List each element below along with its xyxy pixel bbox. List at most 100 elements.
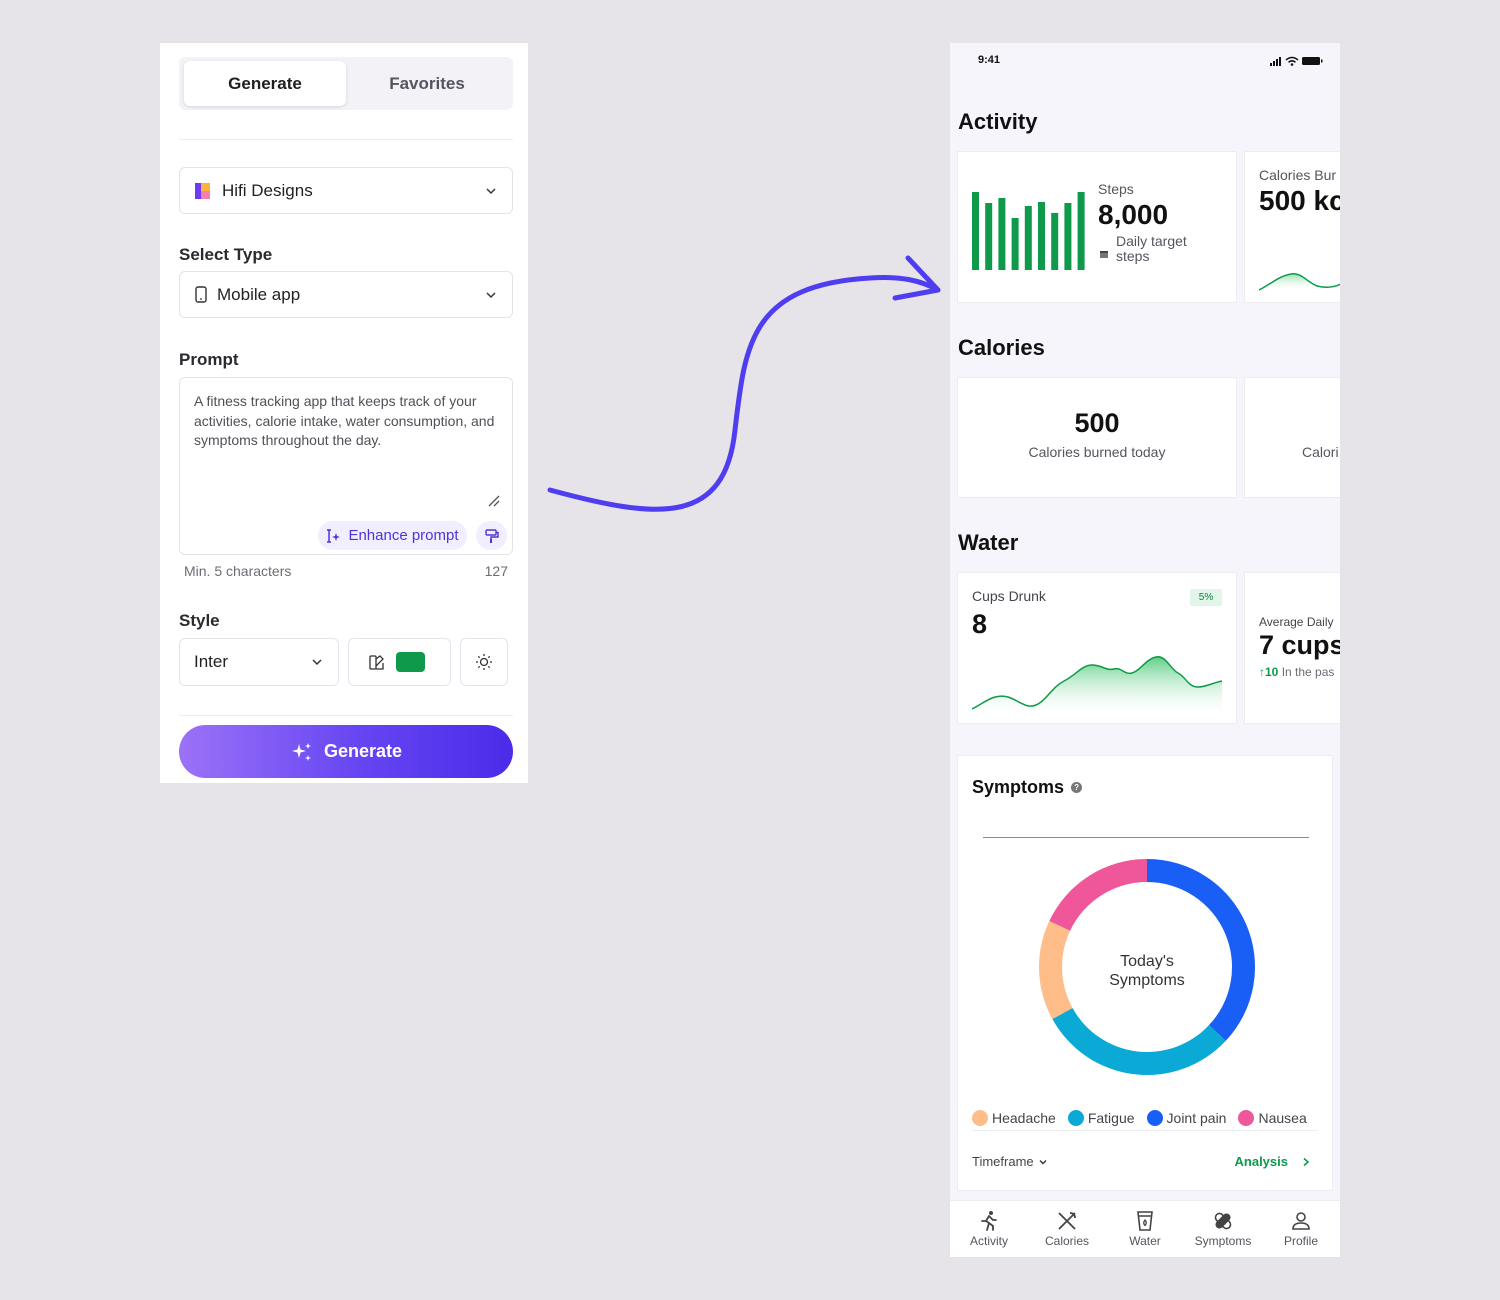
tab-label: Symptoms (1194, 1234, 1252, 1248)
tab-profile[interactable]: Profile (1262, 1210, 1340, 1248)
steps-bar (1051, 213, 1059, 270)
legend-item-nausea: Nausea (1238, 1110, 1307, 1126)
section-title-activity: Activity (958, 109, 1038, 134)
resize-handle-icon[interactable] (487, 494, 501, 508)
type-select[interactable]: Mobile app (179, 271, 513, 318)
divider (179, 139, 513, 140)
calories-peek-card[interactable]: Calori (1244, 377, 1340, 498)
chevron-right-icon (1303, 1157, 1310, 1166)
analysis-link[interactable]: Analysis (1235, 1154, 1310, 1169)
steps-bar (998, 198, 1006, 270)
enhance-prompt-button[interactable]: Enhance prompt (318, 521, 467, 550)
average-daily-card[interactable]: Average Daily 7 cups ↑10 In the pas (1244, 572, 1340, 724)
text-cursor-sparkle-icon (327, 528, 341, 543)
timeframe-dropdown[interactable]: Timeframe (972, 1154, 1048, 1169)
select-type-label: Select Type (179, 245, 273, 264)
type-select-value: Mobile app (217, 284, 301, 304)
tab-symptoms[interactable]: Symptoms (1184, 1210, 1262, 1248)
tab-label: Water (1129, 1234, 1161, 1248)
steps-bar-chart (972, 192, 1085, 270)
calories-burned-label: Calories Bur (1259, 167, 1337, 183)
symptoms-legend: Headache Fatigue Joint pain Nausea (972, 1110, 1307, 1126)
project-select[interactable]: Hifi Designs (179, 167, 513, 214)
average-daily-delta-value: 10 (1265, 665, 1279, 679)
tab-generate[interactable]: Generate (184, 61, 346, 106)
color-picker[interactable] (348, 638, 451, 686)
average-daily-label: Average Daily (1259, 615, 1334, 629)
legend-item-headache: Headache (972, 1110, 1056, 1126)
legend-label: Headache (992, 1110, 1056, 1126)
legend-dot (1067, 1110, 1084, 1126)
steps-bar (1011, 218, 1019, 270)
generate-button[interactable]: Generate (179, 725, 513, 778)
paint-roller-icon (484, 528, 499, 543)
font-select[interactable]: Inter (179, 638, 339, 686)
tab-water[interactable]: Water (1106, 1210, 1184, 1248)
steps-value: 8,000 (1098, 199, 1169, 230)
phone-screen: 9:41 Activity Steps 8,000 Daily target s… (950, 43, 1340, 1257)
cups-drunk-card[interactable]: Cups Drunk 8 5% (957, 572, 1237, 724)
analysis-label: Analysis (1234, 1154, 1288, 1169)
calories-today-card[interactable]: 500 Calories burned today (957, 377, 1237, 498)
prompt-text[interactable]: A fitness tracking app that keeps track … (194, 392, 502, 451)
average-daily-value: 7 cups (1259, 630, 1340, 660)
symptoms-title-text: Symptoms (972, 777, 1065, 797)
running-icon (981, 1211, 997, 1231)
generator-panel: Generate Favorites Hifi Designs Select T… (160, 43, 528, 783)
prompt-textarea[interactable]: A fitness tracking app that keeps track … (179, 377, 513, 555)
legend-label: Fatigue (1087, 1110, 1135, 1126)
palette-icon (369, 655, 384, 670)
tab-calories[interactable]: Calories (1028, 1210, 1106, 1248)
generate-button-label: Generate (323, 741, 403, 761)
symptoms-title: Symptoms ? (972, 777, 1083, 798)
status-bar-icons (1270, 56, 1323, 66)
prompt-label: Prompt (179, 350, 239, 369)
average-daily-delta-text: In the pas (1281, 665, 1335, 679)
donut-center-label: Today's Symptoms (1022, 952, 1272, 990)
steps-bar (1024, 206, 1032, 270)
help-icon[interactable]: ? (1071, 782, 1083, 793)
utensils-icon (1058, 1212, 1076, 1230)
donut-segment-joint-pain (1147, 859, 1255, 1041)
steps-card[interactable]: Steps 8,000 Daily target steps (957, 151, 1237, 303)
steps-bar (985, 203, 993, 270)
chevron-down-icon (312, 659, 322, 666)
signal-icon (1270, 57, 1281, 66)
water-area-chart (972, 656, 1223, 713)
legend-label: Joint pain (1166, 1110, 1227, 1126)
divider (972, 1130, 1318, 1131)
average-daily-delta: ↑10 In the pas (1259, 665, 1334, 679)
flow-arrow (547, 255, 941, 512)
theme-toggle[interactable] (460, 638, 508, 686)
tab-activity[interactable]: Activity (950, 1210, 1028, 1248)
legend-dot (1146, 1110, 1163, 1126)
cups-change-badge: 5% (1190, 589, 1222, 606)
steps-bar (972, 192, 979, 270)
donut-segment-nausea (1049, 859, 1147, 931)
legend-item-joint-pain: Joint pain (1146, 1110, 1227, 1126)
calories-burned-card[interactable]: Calories Bur 500 kc (1244, 151, 1340, 303)
folder-icon (194, 182, 212, 200)
tab-label: Activity (969, 1234, 1008, 1248)
chevron-down-icon (1039, 1159, 1047, 1164)
steps-bar (1038, 202, 1045, 270)
legend-item-fatigue: Fatigue (1067, 1110, 1135, 1126)
battery-icon (1302, 57, 1323, 65)
tab-favorites[interactable]: Favorites (346, 61, 508, 106)
bandage-icon (1214, 1212, 1232, 1230)
cups-value: 8 (972, 609, 988, 639)
calories-today-value: 500 (1074, 408, 1120, 438)
calories-peek-label: Calori (1302, 444, 1339, 460)
chevron-down-icon (486, 291, 496, 298)
bottom-tab-bar: Activity Calories Water Symptoms Profile (950, 1200, 1340, 1257)
user-icon (1292, 1212, 1310, 1230)
calories-sparkline (1259, 273, 1340, 291)
steps-bar (1064, 203, 1072, 270)
paint-roller-button[interactable] (476, 521, 507, 550)
water-glass-icon (1137, 1211, 1153, 1231)
section-title-water: Water (958, 530, 1019, 555)
prompt-char-count: 127 (484, 563, 508, 579)
donut-center-line-1: Today's (1120, 953, 1174, 970)
prompt-hint: Min. 5 characters (184, 563, 292, 579)
legend-dot (1238, 1110, 1255, 1126)
